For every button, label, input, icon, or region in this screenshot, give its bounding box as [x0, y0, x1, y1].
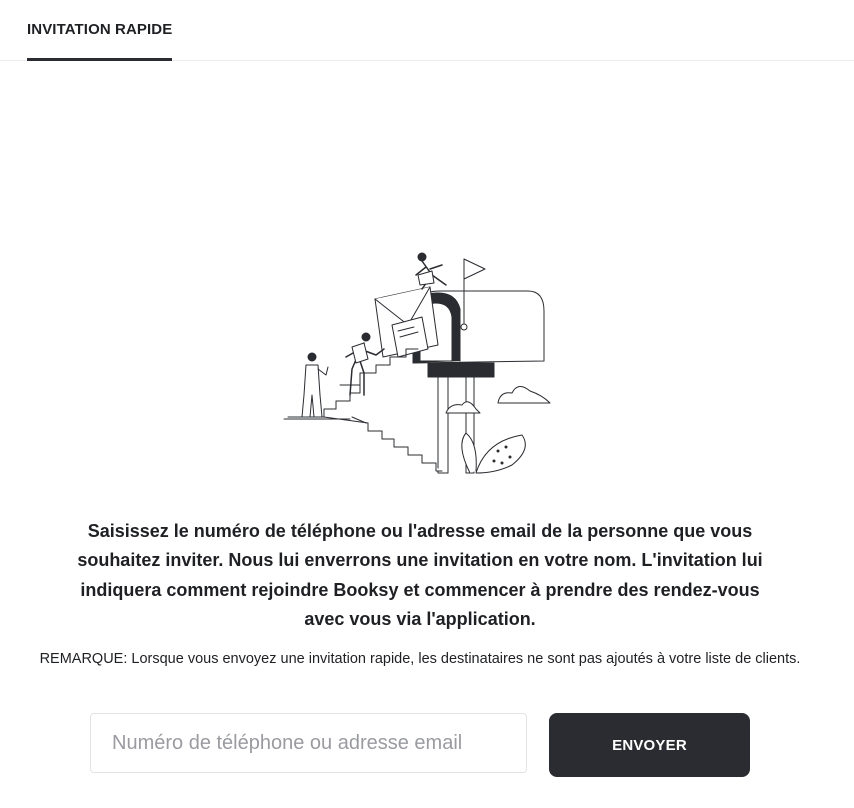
tab-invitation-rapide[interactable]: INVITATION RAPIDE [27, 0, 173, 61]
tab-bar: INVITATION RAPIDE [0, 0, 854, 61]
send-button[interactable]: ENVOYER [549, 713, 750, 777]
phone-or-email-input[interactable] [90, 713, 527, 773]
invitation-description: Saisissez le numéro de téléphone ou l'ad… [77, 521, 763, 629]
invitation-note: REMARQUE: Lorsque vous envoyez une invit… [39, 651, 801, 667]
mailbox-illustration [283, 252, 551, 474]
